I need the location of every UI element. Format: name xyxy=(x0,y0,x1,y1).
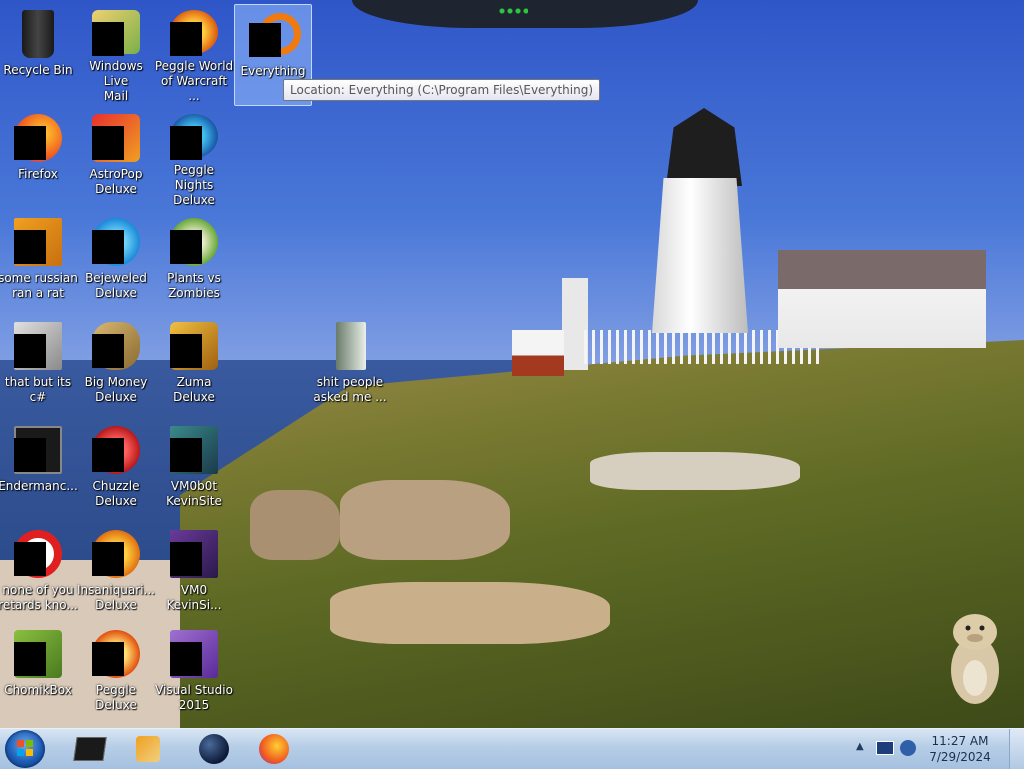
lighthouse xyxy=(652,178,748,333)
desktop-icon-some-russian-ran-a-rat[interactable]: some russian ran a rat xyxy=(0,212,78,312)
astropop-icon xyxy=(92,114,140,162)
system-tray: ▲ 11:27 AM 7/29/2024 xyxy=(854,729,1024,769)
rock xyxy=(330,582,610,644)
icon-label: VM0 KevinSi... xyxy=(166,583,222,612)
desktop-icon-vm0b0t-kevinsite[interactable]: VM0b0t KevinSite xyxy=(156,420,232,520)
desktop-icon-peggle-world-of-warcraft[interactable]: Peggle World of Warcraft ... xyxy=(154,4,234,104)
peggle-icon xyxy=(170,10,218,56)
desktop-icon-visual-studio-2015[interactable]: Visual Studio 2015 xyxy=(155,624,233,724)
clock-time: 11:27 AM xyxy=(931,734,989,748)
chomikbox-icon xyxy=(14,630,62,678)
desktop-icon-vm0-kevinsite[interactable]: VM0 KevinSi... xyxy=(156,524,232,624)
icon-label: Windows Live Mail xyxy=(89,59,143,103)
taskbar-item-globe[interactable] xyxy=(186,731,242,767)
mail-icon xyxy=(92,10,140,56)
image-file-icon xyxy=(14,218,62,266)
desktop-icon-zuma-deluxe[interactable]: Zuma Deluxe xyxy=(156,316,232,416)
volume-icon[interactable] xyxy=(900,740,916,756)
icon-label: VM0b0t KevinSite xyxy=(166,479,222,508)
clock[interactable]: 11:27 AM 7/29/2024 xyxy=(924,733,996,765)
icon-label: Visual Studio 2015 xyxy=(155,683,233,712)
plants-vs-zombies-icon xyxy=(170,218,218,266)
show-hidden-icons-icon[interactable]: ▲ xyxy=(856,741,864,752)
desktop-icon-peggle-nights-deluxe[interactable]: Peggle Nights Deluxe xyxy=(156,108,232,208)
bejeweled-icon xyxy=(92,218,140,266)
desktop-icon-endermanch[interactable]: Endermanc... xyxy=(0,420,78,520)
peggle-nights-icon xyxy=(170,114,218,160)
recycle-bin-icon xyxy=(14,10,62,58)
clock-date: 7/29/2024 xyxy=(929,750,991,764)
copy-stack-icon xyxy=(14,322,62,370)
icon-label: Peggle Nights Deluxe xyxy=(173,163,215,207)
lighthouse-lantern xyxy=(666,108,742,186)
desktop-icon-peggle-deluxe[interactable]: Peggle Deluxe xyxy=(78,624,154,724)
desktop-icon-firefox[interactable]: Firefox xyxy=(0,108,76,208)
desktop-icon-big-money-deluxe[interactable]: Big Money Deluxe xyxy=(78,316,154,416)
icon-label: Bejeweled Deluxe xyxy=(85,271,147,300)
desktop-icon-windows-live-mail[interactable]: Windows Live Mail xyxy=(78,4,154,104)
start-button[interactable] xyxy=(5,730,45,768)
taskbar-item-terminal[interactable] xyxy=(62,731,118,767)
icon-label: ChomikBox xyxy=(4,683,72,697)
firefox-icon xyxy=(259,734,289,764)
windows-logo-icon xyxy=(17,740,33,756)
icon-label: Everything xyxy=(240,64,306,78)
icon-label: that but its c# xyxy=(4,375,72,404)
icon-label: some russian ran a rat xyxy=(0,271,78,300)
rock xyxy=(590,452,800,490)
media-player-icon xyxy=(136,736,160,762)
fish-icon xyxy=(92,530,140,578)
icon-label: Recycle Bin xyxy=(3,63,73,77)
icon-label: Big Money Deluxe xyxy=(84,375,148,404)
desktop-icon-chomikbox[interactable]: ChomikBox xyxy=(0,624,76,724)
icon-label: Firefox xyxy=(18,167,58,181)
wallpaper-house xyxy=(778,250,986,348)
visual-studio-icon xyxy=(170,630,218,678)
opera-icon xyxy=(14,530,62,578)
vm-icon xyxy=(170,426,218,474)
icon-label: AstroPop Deluxe xyxy=(89,167,143,196)
desktop-icon-that-but-its-csharp[interactable]: that but its c# xyxy=(0,316,76,416)
taskbar: ▲ 11:27 AM 7/29/2024 xyxy=(0,728,1024,769)
icon-label: Peggle World of Warcraft ... xyxy=(154,59,234,103)
terminal-icon xyxy=(73,737,107,761)
icon-label: Endermanc... xyxy=(0,479,78,493)
wallpaper-shed xyxy=(512,330,564,376)
chuzzle-icon xyxy=(92,426,140,474)
folder-icon xyxy=(326,322,374,370)
desktop-icon-plants-vs-zombies[interactable]: Plants vs Zombies xyxy=(156,212,232,312)
location-tooltip: Location: Everything (C:\Program Files\E… xyxy=(283,79,601,101)
icon-label: Insaniquari... Deluxe xyxy=(77,583,155,612)
globe-icon xyxy=(199,734,229,764)
desktop-icon-none-of-you-know[interactable]: none of you retards kno... xyxy=(0,524,78,624)
firefox-icon xyxy=(14,114,62,162)
status-dots xyxy=(498,6,528,16)
desktop-icon-bejeweled-deluxe[interactable]: Bejeweled Deluxe xyxy=(78,212,154,312)
network-icon[interactable] xyxy=(876,741,894,755)
icon-label: Zuma Deluxe xyxy=(173,375,215,404)
peggle-icon xyxy=(92,630,140,678)
taskbar-item-firefox[interactable] xyxy=(246,731,302,767)
show-desktop-button[interactable] xyxy=(1009,729,1024,769)
icon-label: shit people asked me ... xyxy=(313,375,387,404)
rock xyxy=(340,480,510,560)
desktop-icon-astropop-deluxe[interactable]: AstroPop Deluxe xyxy=(78,108,154,208)
zuma-icon xyxy=(170,322,218,370)
money-bag-icon xyxy=(92,322,140,370)
terminal-icon xyxy=(14,426,62,474)
desktop-icon-recycle-bin[interactable]: Recycle Bin xyxy=(0,4,76,104)
rock xyxy=(250,490,340,560)
taskbar-item-media-player[interactable] xyxy=(120,731,176,767)
icon-label: Chuzzle Deluxe xyxy=(92,479,140,508)
icon-label: Peggle Deluxe xyxy=(95,683,137,712)
desktop-icon-shit-people-asked-me[interactable]: shit people asked me ... xyxy=(312,316,388,416)
vm-icon xyxy=(170,530,218,578)
desktop-icon-insaniquarium-deluxe[interactable]: Insaniquari... Deluxe xyxy=(77,524,155,624)
hamster-mascot-icon[interactable] xyxy=(944,608,1006,708)
desktop-icon-chuzzle-deluxe[interactable]: Chuzzle Deluxe xyxy=(78,420,154,520)
search-app-icon xyxy=(249,11,301,59)
icon-label: none of you retards kno... xyxy=(0,583,78,612)
icon-label: Plants vs Zombies xyxy=(167,271,221,300)
